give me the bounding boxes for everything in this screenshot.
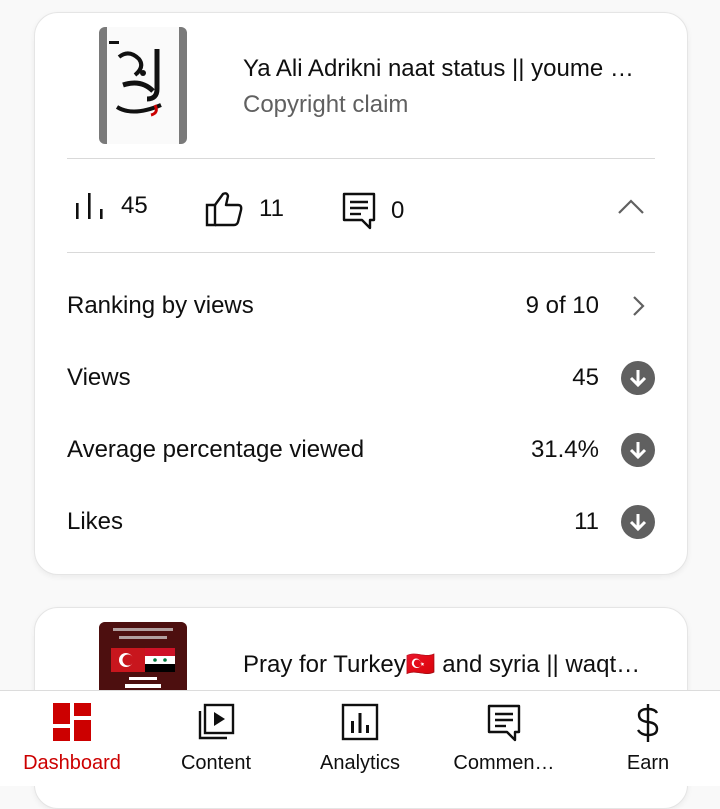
dashboard-icon	[53, 703, 91, 741]
comments-icon	[487, 704, 521, 742]
nav-content[interactable]: Content	[144, 691, 288, 786]
comment-icon	[342, 192, 376, 230]
nav-label-analytics: Analytics	[319, 752, 401, 774]
nav-earn[interactable]: Earn	[576, 691, 720, 786]
nav-label-earn: Earn	[626, 752, 670, 774]
avg-percentage-value: 31.4%	[530, 436, 599, 463]
likes-count: 11	[259, 195, 284, 222]
views-count: 45	[121, 192, 148, 219]
nav-comments[interactable]: Commen…	[432, 691, 576, 786]
nav-label-comments: Commen…	[453, 752, 555, 774]
likes-value: 11	[574, 508, 599, 535]
analytics-icon	[341, 703, 379, 741]
arrow-down-circle-icon[interactable]	[621, 505, 655, 539]
video-thumbnail-1[interactable]	[99, 27, 187, 144]
nav-analytics[interactable]: Analytics	[288, 691, 432, 786]
views-value: 45	[572, 364, 599, 391]
nav-label-dashboard: Dashboard	[23, 752, 121, 774]
nav-dashboard[interactable]: Dashboard	[0, 691, 144, 786]
content-icon	[198, 703, 235, 740]
likes-stat: 11	[205, 191, 284, 227]
video-title-1[interactable]: Ya Ali Adrikni naat status || youme …	[243, 55, 657, 83]
views-row: Views 45	[67, 358, 655, 398]
arrow-down-circle-icon[interactable]	[621, 433, 655, 467]
nav-label-content: Content	[180, 752, 252, 774]
chevron-up-icon	[618, 199, 644, 214]
divider	[67, 158, 655, 159]
video-card-1: Ya Ali Adrikni naat status || youme … Co…	[34, 12, 688, 575]
ranking-row[interactable]: Ranking by views 9 of 10	[67, 286, 655, 326]
views-icon	[76, 193, 103, 219]
collapse-button[interactable]	[617, 197, 645, 220]
avg-percentage-row: Average percentage viewed 31.4%	[67, 430, 655, 470]
likes-label: Likes	[67, 508, 124, 535]
video-status-1: Copyright claim	[243, 91, 409, 118]
bottom-navigation: Dashboard Content Analytics Commen… Earn	[0, 690, 720, 786]
dollar-icon	[636, 704, 659, 742]
ranking-label: Ranking by views	[67, 292, 254, 319]
views-stat: 45	[73, 191, 148, 221]
views-label: Views	[67, 364, 131, 391]
comments-count: 0	[391, 197, 405, 224]
comments-stat: 0	[341, 191, 404, 231]
chevron-right-icon[interactable]	[621, 295, 655, 317]
video-title-2[interactable]: Pray for Turkey🇹🇷 and syria || waqt…	[243, 650, 657, 679]
thumbs-up-icon	[205, 192, 243, 227]
arrow-down-circle-icon[interactable]	[621, 361, 655, 395]
ranking-value: 9 of 10	[525, 292, 599, 319]
likes-row: Likes 11	[67, 502, 655, 542]
avg-percentage-label: Average percentage viewed	[67, 436, 365, 463]
divider	[67, 252, 655, 253]
